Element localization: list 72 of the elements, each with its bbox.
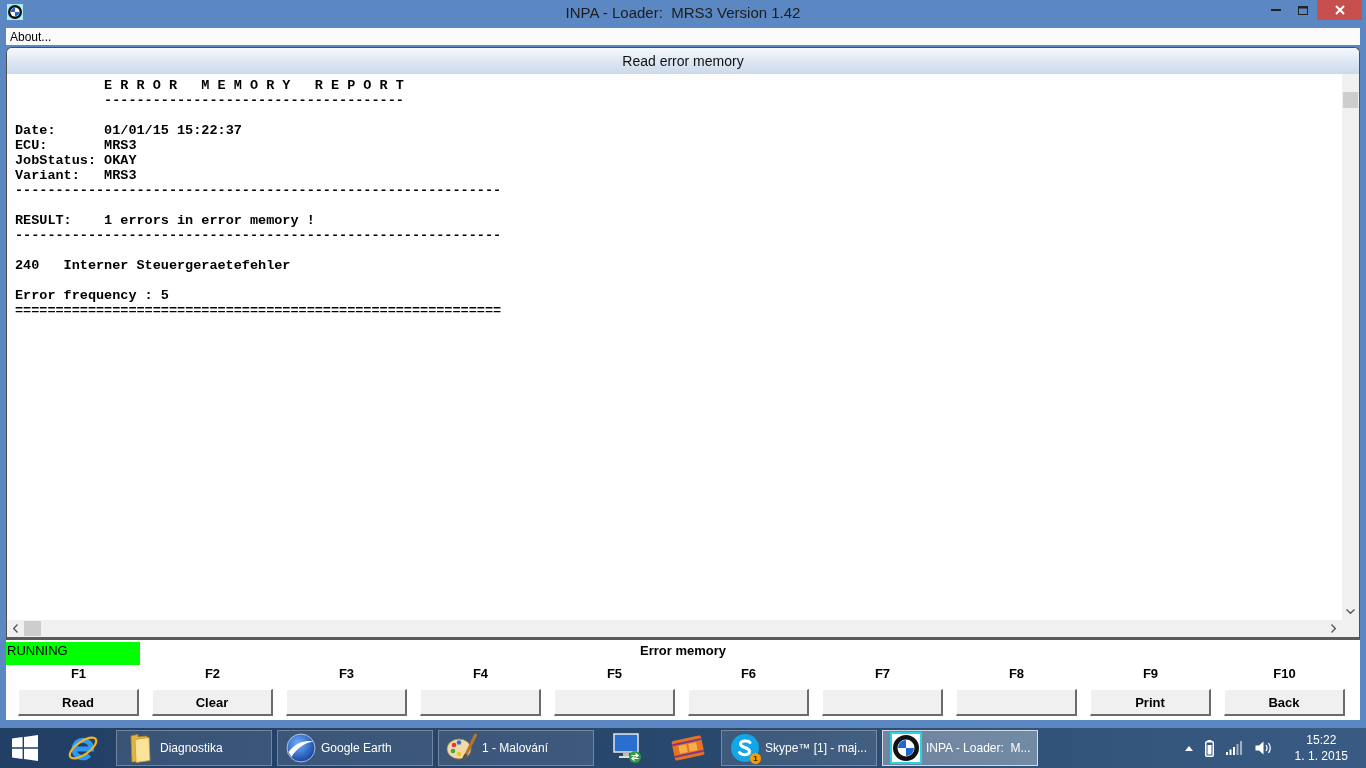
key-label: F4 <box>472 667 489 681</box>
taskbar-button[interactable]: Diagnostika <box>116 730 272 766</box>
key-label: F7 <box>874 667 891 681</box>
key-label: F1 <box>70 667 87 681</box>
close-icon <box>1334 5 1345 15</box>
s-logo-icon <box>730 733 760 763</box>
scrollbar-thumb[interactable] <box>24 621 41 636</box>
field-label: ECU: <box>15 138 48 153</box>
field-label: Date: <box>15 123 56 138</box>
taskbar-button[interactable]: Google Earth <box>277 730 433 766</box>
chevron-up-icon[interactable] <box>1184 745 1193 751</box>
folder-icon <box>129 733 151 763</box>
chevron-left-icon[interactable] <box>13 624 18 633</box>
minimize-icon <box>1271 9 1281 11</box>
result-label: RESULT: <box>15 213 72 228</box>
function-button[interactable]: Print <box>1090 689 1211 716</box>
function-button[interactable] <box>554 689 675 716</box>
clock-date[interactable]: 1. 1. 2015 <box>1294 748 1348 764</box>
windows-logo-icon <box>12 735 38 761</box>
field-value: OKAY <box>104 153 137 168</box>
function-button[interactable]: Back <box>1224 689 1345 716</box>
scrollbar-thumb[interactable] <box>1343 92 1358 108</box>
clock-time[interactable]: 15:22 <box>1306 732 1337 748</box>
function-button[interactable]: Clear <box>152 689 273 716</box>
report-rule: ------------------------------------------------------------ <box>15 228 502 243</box>
quartered-circle-icon <box>7 4 23 20</box>
error-text: Interner Steuergeraetefehler <box>63 258 291 273</box>
quartered-circle-icon <box>890 732 922 764</box>
taskbar-button[interactable]: INPA - Loader: M... <box>882 730 1038 766</box>
field-label: JobStatus: <box>15 153 96 168</box>
taskbar-button[interactable]: 1 - Malování <box>438 730 594 766</box>
maximize-icon <box>1298 5 1308 15</box>
notification-badge: 1 <box>750 753 761 764</box>
report-heading: E R R O R M E M O R Y R E P O R T <box>104 78 404 93</box>
function-button[interactable] <box>286 689 407 716</box>
function-button[interactable] <box>822 689 943 716</box>
key-label: F5 <box>606 667 623 681</box>
field-value: MRS3 <box>104 168 137 183</box>
function-button[interactable]: Read <box>18 689 139 716</box>
monitor-icon <box>611 732 643 764</box>
report-rule: ============================================================ <box>15 303 502 318</box>
report-line: Error frequency : 5 <box>15 288 169 303</box>
signal-bars-icon[interactable] <box>1225 741 1243 755</box>
report-rule: ------------------------------------------------------------ <box>15 183 502 198</box>
taskbar-button[interactable]: 1 Skype™ [1] - maj... <box>721 730 877 766</box>
error-code: 240 <box>15 258 40 273</box>
function-button[interactable] <box>956 689 1077 716</box>
field-value: 01/01/15 15:22:37 <box>104 123 242 138</box>
key-label: F8 <box>1008 667 1025 681</box>
status-caption: Error memory <box>640 642 726 660</box>
palette-icon <box>446 733 478 763</box>
result-text: 1 errors in error memory ! <box>104 213 315 228</box>
chevron-down-icon[interactable] <box>1346 609 1355 614</box>
close-button[interactable] <box>1317 0 1362 20</box>
key-label: F6 <box>740 667 757 681</box>
key-label: F3 <box>338 667 355 681</box>
report-rule: ------------------------------------- <box>104 93 404 108</box>
function-button[interactable] <box>688 689 809 716</box>
panel-title: Read error memory <box>7 48 1359 74</box>
field-value: MRS3 <box>104 138 137 153</box>
window-title: INPA - Loader: MRS3 Version 1.42 <box>565 3 801 21</box>
key-label: F9 <box>1142 667 1159 681</box>
speaker-icon[interactable] <box>1254 740 1273 756</box>
function-button[interactable] <box>420 689 541 716</box>
battery-icon[interactable] <box>1204 739 1214 757</box>
globe-icon <box>286 733 316 763</box>
field-label: Variant: <box>15 168 80 183</box>
status-indicator: RUNNING <box>6 642 140 665</box>
key-label: F10 <box>1273 667 1296 681</box>
chevron-right-icon[interactable] <box>1331 624 1336 633</box>
menu-item[interactable]: About... <box>7 29 55 44</box>
key-label: F2 <box>204 667 221 681</box>
